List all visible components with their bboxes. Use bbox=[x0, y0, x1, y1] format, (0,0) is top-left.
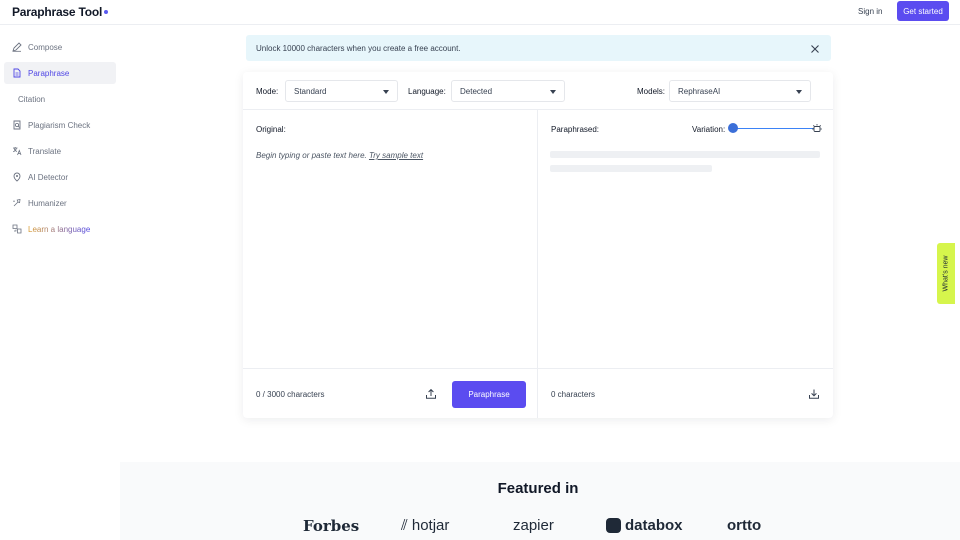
placeholder-text: Begin typing or paste text here. bbox=[256, 151, 367, 160]
chevron-down-icon bbox=[796, 90, 802, 94]
models-select[interactable]: RephraseAI bbox=[669, 80, 811, 102]
sidebar-item-plagiarism-check[interactable]: Plagiarism Check bbox=[4, 114, 116, 136]
translate-icon bbox=[12, 146, 22, 156]
top-header: Paraphrase Tool Sign in Get started bbox=[0, 0, 960, 25]
get-started-button[interactable]: Get started bbox=[897, 1, 949, 21]
sidebar-item-translate[interactable]: Translate bbox=[4, 140, 116, 162]
banner-text: Unlock 10000 characters when you create … bbox=[256, 44, 461, 53]
pen-icon bbox=[12, 42, 22, 52]
brand-logo-zapier: zapier bbox=[513, 517, 554, 534]
mode-select[interactable]: Standard bbox=[285, 80, 398, 102]
whats-new-label: What's new bbox=[942, 255, 950, 292]
original-input-placeholder[interactable]: Begin typing or paste text here. Try sam… bbox=[256, 151, 423, 160]
variation-label: Variation: bbox=[692, 125, 726, 134]
sidebar-item-compose[interactable]: Compose bbox=[4, 36, 116, 58]
paraphrase-card: Mode: Standard Language: Detected Models… bbox=[243, 72, 833, 418]
sidebar-item-label: Translate bbox=[28, 146, 62, 156]
sidebar-item-paraphrase[interactable]: Paraphrase bbox=[4, 62, 116, 84]
sidebar-item-label: Citation bbox=[18, 94, 46, 104]
signup-banner: Unlock 10000 characters when you create … bbox=[246, 35, 831, 61]
document-icon bbox=[12, 68, 22, 78]
language-value: Detected bbox=[460, 86, 493, 96]
featured-title: Featured in bbox=[497, 480, 579, 497]
models-value: RephraseAI bbox=[678, 86, 721, 96]
paraphrased-footer: 0 characters bbox=[538, 368, 833, 418]
sidebar-item-label: AI Detector bbox=[28, 172, 69, 182]
logo-dot bbox=[104, 10, 109, 14]
paraphrase-button[interactable]: Paraphrase bbox=[452, 381, 526, 408]
databox-mark-icon bbox=[606, 518, 621, 533]
sidebar-item-label: Learn a language bbox=[28, 224, 91, 234]
original-pane[interactable]: Original: Begin typing or paste text her… bbox=[243, 110, 538, 368]
upload-icon[interactable] bbox=[425, 387, 437, 399]
controls-bar: Mode: Standard Language: Detected Models… bbox=[243, 72, 833, 110]
sidebar-item-label: Compose bbox=[28, 42, 63, 52]
language-label: Language: bbox=[408, 87, 446, 96]
brand-logo-forbes: Forbes bbox=[303, 517, 360, 535]
variation-slider-track[interactable] bbox=[734, 128, 814, 129]
language-icon bbox=[12, 224, 22, 234]
loading-skeleton-line bbox=[550, 165, 712, 172]
chevron-down-icon bbox=[383, 90, 389, 94]
brand-logo-databox: databox bbox=[606, 517, 683, 534]
sidebar-item-humanizer[interactable]: Humanizer bbox=[4, 192, 116, 214]
paraphrased-title: Paraphrased: bbox=[551, 125, 600, 134]
variation-slider-handle[interactable] bbox=[728, 123, 738, 133]
chevron-down-icon bbox=[550, 90, 556, 94]
brand-name: hotjar bbox=[411, 517, 450, 534]
mode-value: Standard bbox=[294, 86, 327, 96]
sidebar-item-citation[interactable]: Citation bbox=[4, 88, 116, 110]
logo-text: Paraphrase Tool bbox=[12, 5, 103, 19]
sidebar-item-label: Paraphrase bbox=[28, 68, 70, 78]
language-select[interactable]: Detected bbox=[451, 80, 565, 102]
mode-label: Mode: bbox=[256, 87, 279, 96]
loading-skeleton-line bbox=[550, 151, 820, 158]
plagiarism-icon bbox=[12, 120, 22, 130]
sidebar-item-ai-detector[interactable]: AI Detector bbox=[4, 166, 116, 188]
original-character-count: 0 / 3000 characters bbox=[256, 390, 325, 399]
sign-in-link[interactable]: Sign in bbox=[858, 7, 882, 16]
humanizer-icon bbox=[12, 198, 22, 208]
close-icon[interactable] bbox=[809, 42, 821, 54]
brand-logo-ortto: ortto bbox=[727, 517, 762, 534]
sidebar-item-learn-a-language[interactable]: Learn a language bbox=[4, 218, 116, 240]
hotjar-mark-icon: ⫽ bbox=[401, 517, 408, 534]
models-label: Models: bbox=[637, 87, 666, 96]
brand-name: databox bbox=[625, 517, 683, 534]
sidebar-item-label: Humanizer bbox=[28, 198, 67, 208]
original-title: Original: bbox=[256, 125, 286, 134]
paraphrased-character-count: 0 characters bbox=[551, 390, 596, 399]
ai-detector-icon bbox=[12, 172, 22, 182]
original-footer: 0 / 3000 characters Paraphrase bbox=[243, 368, 538, 418]
brand-logo-hotjar: ⫽ hotjar bbox=[401, 517, 449, 534]
whats-new-tab[interactable]: What's new bbox=[937, 243, 955, 304]
sparkle-icon bbox=[811, 122, 823, 134]
try-sample-text-link[interactable]: Try sample text bbox=[369, 151, 423, 160]
download-icon[interactable] bbox=[808, 387, 820, 399]
sidebar-item-label: Plagiarism Check bbox=[28, 120, 91, 130]
logo[interactable]: Paraphrase Tool bbox=[12, 5, 109, 19]
paraphrased-pane: Paraphrased: Variation: bbox=[538, 110, 833, 368]
